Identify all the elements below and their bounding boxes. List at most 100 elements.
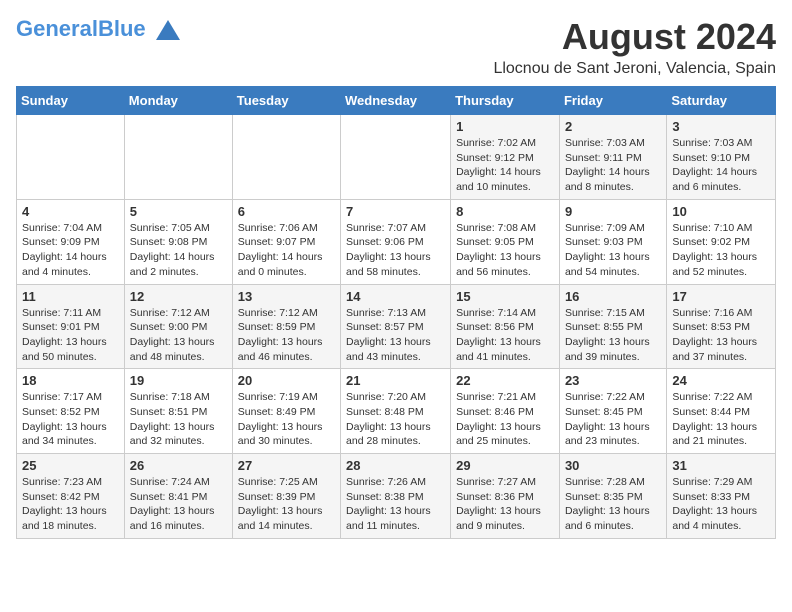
day-number: 26 — [130, 458, 227, 473]
day-info: Sunrise: 7:10 AM Sunset: 9:02 PM Dayligh… — [672, 221, 770, 280]
calendar-cell: 31 Sunrise: 7:29 AM Sunset: 8:33 PM Dayli… — [667, 454, 776, 539]
day-number: 11 — [22, 289, 119, 304]
day-number: 31 — [672, 458, 770, 473]
column-header-sunday: Sunday — [17, 87, 125, 115]
calendar-cell: 20 Sunrise: 7:19 AM Sunset: 8:49 PM Dayli… — [232, 369, 340, 454]
day-number: 9 — [565, 204, 661, 219]
day-info: Sunrise: 7:27 AM Sunset: 8:36 PM Dayligh… — [456, 475, 554, 534]
day-number: 18 — [22, 373, 119, 388]
day-number: 25 — [22, 458, 119, 473]
calendar-cell: 10Sunrise: 7:10 AM Sunset: 9:02 PM Dayli… — [667, 199, 776, 284]
calendar-title: August 2024 — [493, 16, 776, 58]
day-number: 14 — [346, 289, 445, 304]
day-info: Sunrise: 7:28 AM Sunset: 8:35 PM Dayligh… — [565, 475, 661, 534]
calendar-week-row: 25 Sunrise: 7:23 AM Sunset: 8:42 PM Dayli… — [17, 454, 776, 539]
calendar-cell: 3Sunrise: 7:03 AM Sunset: 9:10 PM Daylig… — [667, 115, 776, 200]
calendar-cell: 11 Sunrise: 7:11 AM Sunset: 9:01 PM Dayli… — [17, 284, 125, 369]
day-number: 29 — [456, 458, 554, 473]
day-number: 16 — [565, 289, 661, 304]
day-info: Sunrise: 7:03 AM Sunset: 9:10 PM Dayligh… — [672, 136, 770, 195]
calendar-cell: 18 Sunrise: 7:17 AM Sunset: 8:52 PM Dayli… — [17, 369, 125, 454]
calendar-cell: 6 Sunrise: 7:06 AM Sunset: 9:07 PM Daylig… — [232, 199, 340, 284]
day-number: 4 — [22, 204, 119, 219]
day-info: Sunrise: 7:17 AM Sunset: 8:52 PM Dayligh… — [22, 390, 119, 449]
column-header-thursday: Thursday — [451, 87, 560, 115]
day-number: 15 — [456, 289, 554, 304]
day-info: Sunrise: 7:03 AM Sunset: 9:11 PM Dayligh… — [565, 136, 661, 195]
day-info: Sunrise: 7:14 AM Sunset: 8:56 PM Dayligh… — [456, 306, 554, 365]
calendar-table: SundayMondayTuesdayWednesdayThursdayFrid… — [16, 86, 776, 539]
calendar-cell — [232, 115, 340, 200]
calendar-cell: 14 Sunrise: 7:13 AM Sunset: 8:57 PM Dayli… — [341, 284, 451, 369]
day-info: Sunrise: 7:06 AM Sunset: 9:07 PM Dayligh… — [238, 221, 335, 280]
calendar-cell — [341, 115, 451, 200]
day-info: Sunrise: 7:05 AM Sunset: 9:08 PM Dayligh… — [130, 221, 227, 280]
day-number: 23 — [565, 373, 661, 388]
day-info: Sunrise: 7:19 AM Sunset: 8:49 PM Dayligh… — [238, 390, 335, 449]
calendar-cell — [17, 115, 125, 200]
day-number: 6 — [238, 204, 335, 219]
logo-icon — [154, 16, 182, 44]
day-number: 22 — [456, 373, 554, 388]
day-info: Sunrise: 7:25 AM Sunset: 8:39 PM Dayligh… — [238, 475, 335, 534]
calendar-cell: 8 Sunrise: 7:08 AM Sunset: 9:05 PM Daylig… — [451, 199, 560, 284]
calendar-cell: 29 Sunrise: 7:27 AM Sunset: 8:36 PM Dayli… — [451, 454, 560, 539]
day-info: Sunrise: 7:02 AM Sunset: 9:12 PM Dayligh… — [456, 136, 554, 195]
day-info: Sunrise: 7:11 AM Sunset: 9:01 PM Dayligh… — [22, 306, 119, 365]
column-header-friday: Friday — [559, 87, 666, 115]
day-info: Sunrise: 7:29 AM Sunset: 8:33 PM Dayligh… — [672, 475, 770, 534]
calendar-header-row: SundayMondayTuesdayWednesdayThursdayFrid… — [17, 87, 776, 115]
day-info: Sunrise: 7:18 AM Sunset: 8:51 PM Dayligh… — [130, 390, 227, 449]
day-number: 28 — [346, 458, 445, 473]
day-number: 2 — [565, 119, 661, 134]
calendar-cell: 25 Sunrise: 7:23 AM Sunset: 8:42 PM Dayli… — [17, 454, 125, 539]
column-header-saturday: Saturday — [667, 87, 776, 115]
calendar-cell: 1 Sunrise: 7:02 AM Sunset: 9:12 PM Daylig… — [451, 115, 560, 200]
day-info: Sunrise: 7:26 AM Sunset: 8:38 PM Dayligh… — [346, 475, 445, 534]
calendar-cell: 30 Sunrise: 7:28 AM Sunset: 8:35 PM Dayli… — [559, 454, 666, 539]
calendar-week-row: 18 Sunrise: 7:17 AM Sunset: 8:52 PM Dayli… — [17, 369, 776, 454]
day-number: 17 — [672, 289, 770, 304]
day-number: 30 — [565, 458, 661, 473]
day-info: Sunrise: 7:13 AM Sunset: 8:57 PM Dayligh… — [346, 306, 445, 365]
calendar-cell: 15 Sunrise: 7:14 AM Sunset: 8:56 PM Dayli… — [451, 284, 560, 369]
day-info: Sunrise: 7:09 AM Sunset: 9:03 PM Dayligh… — [565, 221, 661, 280]
calendar-week-row: 1 Sunrise: 7:02 AM Sunset: 9:12 PM Daylig… — [17, 115, 776, 200]
calendar-week-row: 11 Sunrise: 7:11 AM Sunset: 9:01 PM Dayli… — [17, 284, 776, 369]
calendar-week-row: 4 Sunrise: 7:04 AM Sunset: 9:09 PM Daylig… — [17, 199, 776, 284]
day-info: Sunrise: 7:16 AM Sunset: 8:53 PM Dayligh… — [672, 306, 770, 365]
calendar-cell: 5 Sunrise: 7:05 AM Sunset: 9:08 PM Daylig… — [124, 199, 232, 284]
day-info: Sunrise: 7:20 AM Sunset: 8:48 PM Dayligh… — [346, 390, 445, 449]
logo-blue: Blue — [98, 16, 146, 41]
day-number: 1 — [456, 119, 554, 134]
day-info: Sunrise: 7:12 AM Sunset: 8:59 PM Dayligh… — [238, 306, 335, 365]
day-number: 8 — [456, 204, 554, 219]
day-number: 5 — [130, 204, 227, 219]
day-number: 20 — [238, 373, 335, 388]
day-number: 19 — [130, 373, 227, 388]
calendar-cell: 19 Sunrise: 7:18 AM Sunset: 8:51 PM Dayli… — [124, 369, 232, 454]
day-info: Sunrise: 7:04 AM Sunset: 9:09 PM Dayligh… — [22, 221, 119, 280]
calendar-cell: 27Sunrise: 7:25 AM Sunset: 8:39 PM Dayli… — [232, 454, 340, 539]
calendar-cell: 24 Sunrise: 7:22 AM Sunset: 8:44 PM Dayli… — [667, 369, 776, 454]
day-number: 7 — [346, 204, 445, 219]
day-number: 24 — [672, 373, 770, 388]
column-header-wednesday: Wednesday — [341, 87, 451, 115]
calendar-cell: 2 Sunrise: 7:03 AM Sunset: 9:11 PM Daylig… — [559, 115, 666, 200]
column-header-tuesday: Tuesday — [232, 87, 340, 115]
page-header: GeneralBlue August 2024 Llocnou de Sant … — [16, 16, 776, 78]
calendar-subtitle: Llocnou de Sant Jeroni, Valencia, Spain — [493, 60, 776, 78]
title-area: August 2024 Llocnou de Sant Jeroni, Vale… — [493, 16, 776, 78]
day-number: 13 — [238, 289, 335, 304]
calendar-cell: 13 Sunrise: 7:12 AM Sunset: 8:59 PM Dayli… — [232, 284, 340, 369]
calendar-cell: 22Sunrise: 7:21 AM Sunset: 8:46 PM Dayli… — [451, 369, 560, 454]
calendar-cell: 7Sunrise: 7:07 AM Sunset: 9:06 PM Daylig… — [341, 199, 451, 284]
day-info: Sunrise: 7:08 AM Sunset: 9:05 PM Dayligh… — [456, 221, 554, 280]
calendar-cell: 16Sunrise: 7:15 AM Sunset: 8:55 PM Dayli… — [559, 284, 666, 369]
calendar-cell: 28 Sunrise: 7:26 AM Sunset: 8:38 PM Dayli… — [341, 454, 451, 539]
calendar-cell: 21 Sunrise: 7:20 AM Sunset: 8:48 PM Dayli… — [341, 369, 451, 454]
day-number: 21 — [346, 373, 445, 388]
day-info: Sunrise: 7:22 AM Sunset: 8:44 PM Dayligh… — [672, 390, 770, 449]
calendar-cell — [124, 115, 232, 200]
day-info: Sunrise: 7:23 AM Sunset: 8:42 PM Dayligh… — [22, 475, 119, 534]
